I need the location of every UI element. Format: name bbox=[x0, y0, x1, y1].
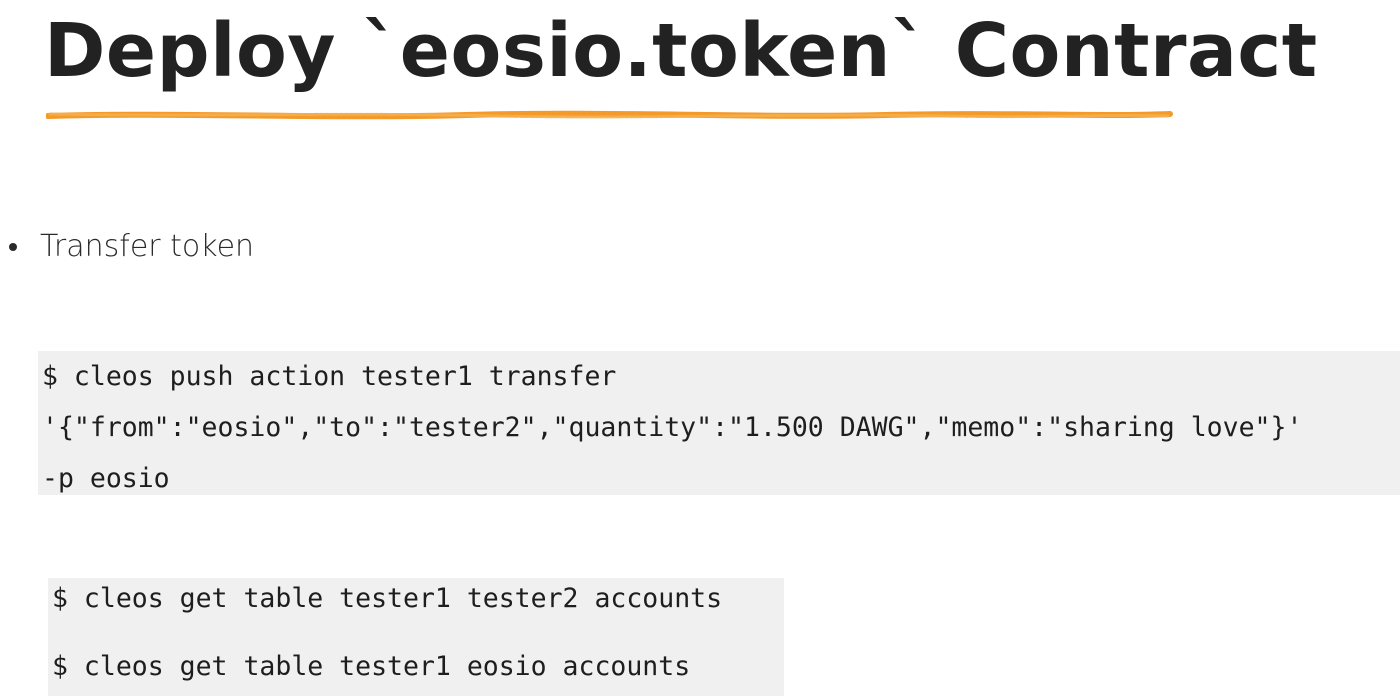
bullet-item: Transfer token bbox=[0, 222, 254, 272]
slide-title: Deploy `eosio.token` Contract bbox=[44, 8, 1318, 94]
title-underline bbox=[46, 110, 1173, 120]
code-block-get-table: $ cleos get table tester1 tester2 accoun… bbox=[48, 578, 784, 696]
code-line: $ cleos get table tester1 tester2 accoun… bbox=[52, 583, 723, 614]
code-block-transfer: $ cleos push action tester1 transfer '{"f… bbox=[38, 351, 1400, 495]
code-line: $ cleos get table tester1 eosio accounts bbox=[52, 651, 691, 682]
code-line: $ cleos push action tester1 transfer bbox=[42, 361, 617, 392]
bullet-text: Transfer token bbox=[40, 229, 255, 264]
bullet-list: Transfer token bbox=[0, 222, 254, 272]
bullet-dot-icon bbox=[9, 243, 17, 251]
code-line: '{"from":"eosio","to":"tester2","quantit… bbox=[42, 412, 1303, 443]
code-line: -p eosio bbox=[42, 463, 170, 494]
